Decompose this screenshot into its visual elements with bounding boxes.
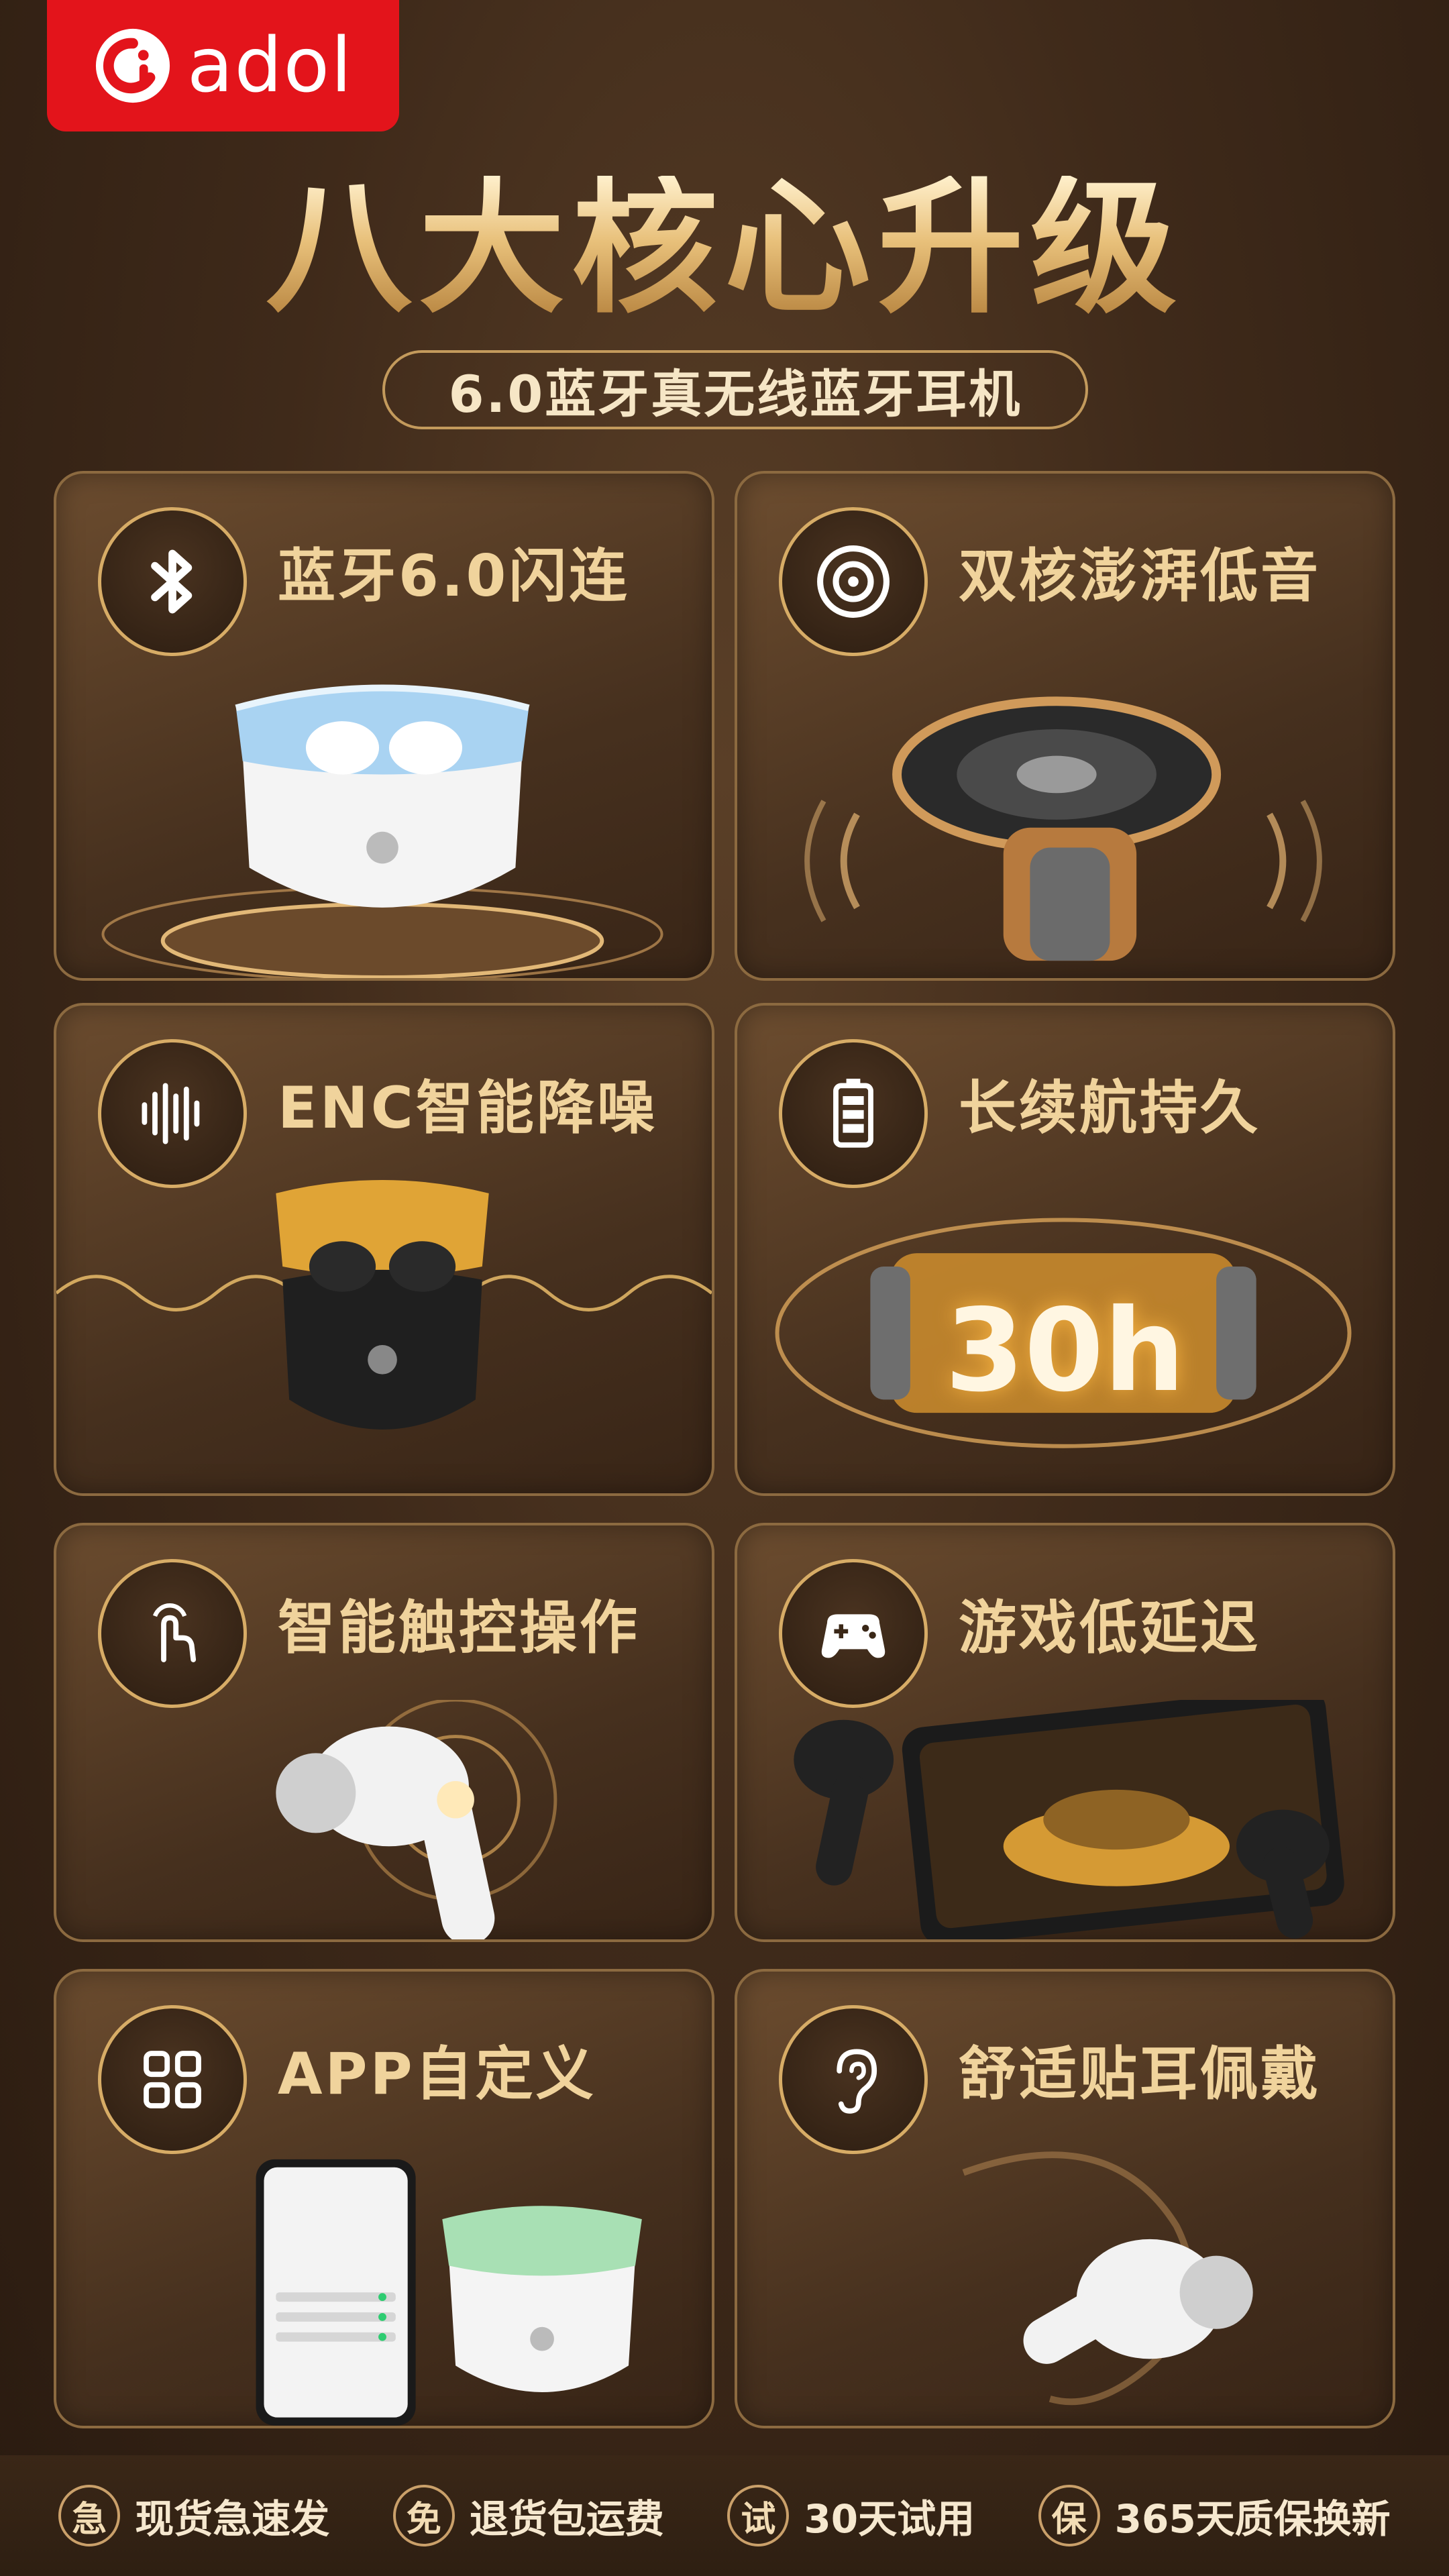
footer-item-free-return: 免 退货包运费 (392, 2485, 664, 2546)
touch-hand-icon (98, 1559, 247, 1708)
footer-badge: 急 (58, 2485, 121, 2546)
feature-title: 舒适贴耳佩戴 (959, 2041, 1321, 2108)
feature-title: APP自定义 (278, 2041, 596, 2108)
earbuds-case-black-image (56, 1180, 712, 1430)
feature-title: 长续航持久 (959, 1075, 1260, 1142)
speaker-driver-image (804, 696, 1322, 961)
footer-badge: 免 (392, 2485, 455, 2546)
footer-label: 退货包运费 (469, 2496, 664, 2542)
feature-title: ENC智能降噪 (278, 1075, 657, 1142)
footer-badge: 试 (727, 2485, 790, 2546)
footer-item-warranty: 保 365天质保换新 (1038, 2485, 1391, 2546)
feature-card-battery: 长续航持久 30h (735, 1003, 1395, 1496)
feature-card-app: APP自定义 (54, 1969, 714, 2428)
battery-hours-label: 30h (945, 1285, 1185, 1417)
gamepad-icon (779, 1559, 928, 1708)
feature-title: 双核澎湃低音 (959, 543, 1321, 610)
service-footer: 急 现货急速发 免 退货包运费 试 30天试用 保 365天质保换新 (0, 2455, 1449, 2576)
page-subtitle: 6.0蓝牙真无线蓝牙耳机 (382, 350, 1088, 429)
feature-card-touch: 智能触控操作 (54, 1523, 714, 1942)
feature-card-noise-cancel: ENC智能降噪 (54, 1003, 714, 1496)
earbud-white-touch-image (276, 1700, 557, 1939)
feature-card-comfort: 舒适贴耳佩戴 (735, 1969, 1395, 2428)
app-phone-and-case-image (256, 2159, 642, 2426)
feature-card-bass: 双核澎湃低音 (735, 471, 1395, 981)
footer-badge: 保 (1038, 2485, 1100, 2546)
feature-card-bluetooth: 蓝牙6.0闪连 (54, 471, 714, 981)
ear-earbud-image (962, 2151, 1253, 2406)
feature-title: 蓝牙6.0闪连 (278, 543, 630, 610)
footer-label: 30天试用 (804, 2496, 975, 2542)
earbuds-case-blue-image (101, 684, 663, 978)
sound-wave-icon (98, 1039, 247, 1188)
feature-title: 游戏低延迟 (959, 1595, 1260, 1662)
bluetooth-icon (98, 507, 247, 656)
feature-title: 智能触控操作 (278, 1595, 640, 1662)
battery-icon (779, 1039, 928, 1188)
footer-label: 现货急速发 (135, 2496, 330, 2542)
phone-game-earbuds-image (794, 1700, 1344, 1939)
footer-item-fast-shipping: 急 现货急速发 (58, 2485, 329, 2546)
brand-logo: adol (47, 0, 399, 131)
brand-mark-icon (95, 28, 170, 103)
brand-name: adol (186, 22, 354, 109)
speaker-icon (779, 507, 928, 656)
page-title: 八大核心升级 (0, 176, 1449, 322)
footer-item-trial: 试 30天试用 (727, 2485, 975, 2546)
footer-label: 365天质保换新 (1114, 2496, 1391, 2542)
app-grid-icon (98, 2005, 247, 2154)
feature-card-gaming: 游戏低延迟 (735, 1523, 1395, 1942)
ear-icon (779, 2005, 928, 2154)
